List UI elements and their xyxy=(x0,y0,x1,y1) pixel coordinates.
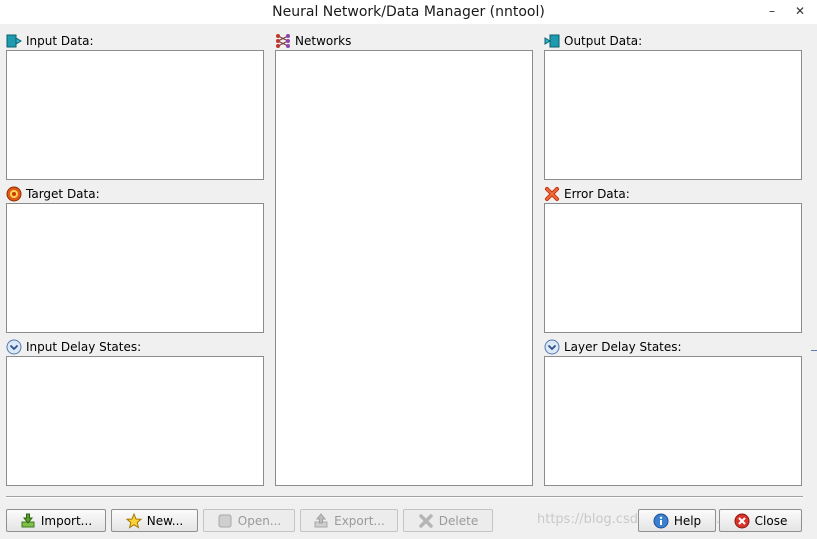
export-button[interactable]: Export... xyxy=(300,509,398,532)
target-data-list[interactable] xyxy=(6,203,264,333)
layer-delay-states-list[interactable] xyxy=(544,356,802,486)
window-edge-line xyxy=(811,350,817,351)
import-button[interactable]: Import... xyxy=(6,509,106,532)
input-delay-states-list[interactable] xyxy=(6,356,264,486)
import-icon xyxy=(21,513,35,527)
input-data-icon xyxy=(6,34,22,48)
info-icon xyxy=(653,513,669,528)
button-separator xyxy=(6,496,803,498)
error-data-label: Error Data: xyxy=(544,186,630,202)
error-x-icon xyxy=(545,187,559,201)
help-button[interactable]: Help xyxy=(638,509,716,532)
output-data-label: Output Data: xyxy=(544,33,642,49)
delete-x-icon xyxy=(419,513,433,528)
window-close-button[interactable]: ✕ xyxy=(790,2,810,20)
close-button[interactable]: Close xyxy=(719,509,802,532)
network-icon xyxy=(276,34,290,48)
input-data-list[interactable] xyxy=(6,50,264,180)
chevron-down-circle-icon xyxy=(544,339,560,355)
chevron-down-circle-icon xyxy=(6,339,22,355)
delete-button[interactable]: Delete xyxy=(403,509,493,532)
networks-label: Networks xyxy=(275,33,351,49)
new-button[interactable]: New... xyxy=(111,509,198,532)
star-icon xyxy=(125,512,142,529)
open-icon xyxy=(218,514,232,527)
target-icon xyxy=(6,186,22,202)
title-bar: Neural Network/Data Manager (nntool) – ✕ xyxy=(0,0,817,24)
layer-delay-states-label: Layer Delay States: xyxy=(544,339,682,355)
input-data-label: Input Data: xyxy=(6,33,94,49)
output-data-list[interactable] xyxy=(544,50,802,180)
window-title: Neural Network/Data Manager (nntool) xyxy=(272,4,545,20)
export-icon xyxy=(314,512,328,527)
target-data-label: Target Data: xyxy=(6,186,100,202)
output-data-icon xyxy=(544,34,560,48)
error-data-list[interactable] xyxy=(544,203,802,333)
open-button[interactable]: Open... xyxy=(203,509,295,532)
networks-list[interactable] xyxy=(275,50,533,486)
input-delay-states-label: Input Delay States: xyxy=(6,339,141,355)
minimize-button[interactable]: – xyxy=(762,2,782,20)
close-circle-icon xyxy=(734,513,750,528)
